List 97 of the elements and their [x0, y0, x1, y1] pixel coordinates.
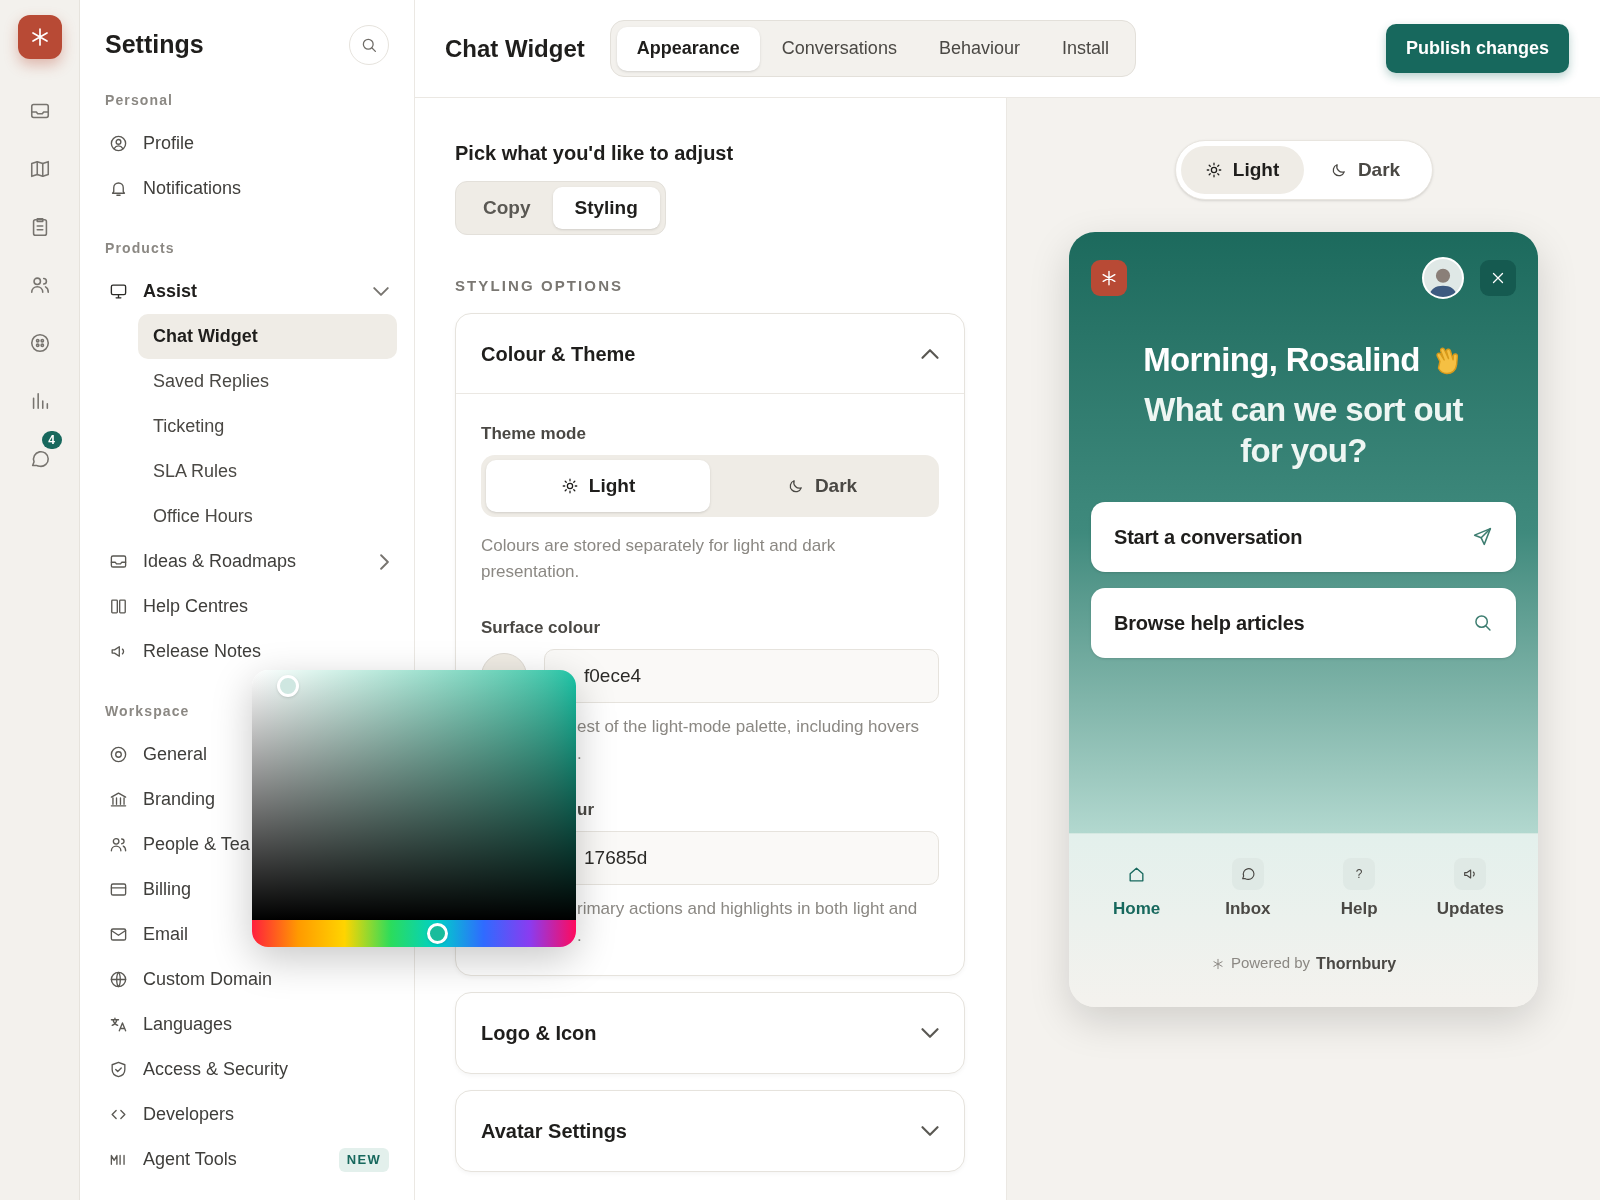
chevron-down-icon	[921, 1126, 939, 1136]
send-icon	[1472, 526, 1493, 547]
monitor-icon	[109, 282, 128, 301]
theme-option[interactable]: Dark	[710, 460, 934, 512]
map-icon	[28, 158, 51, 180]
question-text: What can we sort out for you?	[1143, 389, 1464, 471]
field-label: Surface colour	[481, 617, 602, 637]
chevron-up-icon	[921, 348, 939, 359]
hue-slider[interactable]	[252, 920, 576, 947]
sidebar-subitem[interactable]: SLA Rules	[138, 449, 397, 494]
bell-icon	[109, 179, 128, 198]
hint-text: Colours are stored separately for light and dark presentation.	[481, 535, 837, 583]
widget-nav-tab[interactable]: ? Help	[1303, 858, 1415, 922]
people-icon	[28, 274, 51, 296]
chat-bubble-icon	[1239, 866, 1256, 882]
chevron-down-icon	[921, 1028, 939, 1038]
mode-tab[interactable]: Styling	[552, 187, 660, 229]
sidebar-title: Settings	[105, 29, 204, 61]
close-button[interactable]	[1480, 260, 1516, 296]
book-icon	[109, 597, 128, 616]
powered-by-text: Powered by	[1230, 953, 1311, 974]
sidebar-item[interactable]: Notifications	[105, 166, 397, 211]
asterisk-icon	[1210, 956, 1225, 971]
sidebar-item[interactable]: Custom Domain	[105, 957, 397, 1002]
user-circle-icon	[109, 134, 128, 153]
widget-action-button[interactable]: Start a conversation	[1091, 501, 1516, 572]
theme-option[interactable]: Light	[486, 460, 710, 512]
page-title: Chat Widget	[445, 33, 585, 64]
search-icon	[360, 36, 378, 54]
panel-header[interactable]: Avatar Settings	[456, 1091, 964, 1171]
colour-input[interactable]: f0ece4	[544, 649, 939, 703]
publish-button[interactable]: Publish changes	[1385, 24, 1569, 73]
brand-name: Thornbury	[1316, 953, 1397, 974]
home-icon	[1127, 864, 1147, 884]
prompt-text: Pick what you'd like to adjust	[455, 141, 735, 166]
hint-text: est of the light-mode palette, including hovers	[576, 716, 921, 738]
sidebar-item[interactable]: Agent Tools NEW	[105, 1137, 397, 1182]
widget-nav-tab[interactable]: Home	[1081, 858, 1193, 922]
sidebar-item[interactable]: Access & Security	[105, 1047, 397, 1092]
notification-badge: 4	[41, 431, 62, 449]
sidebar-item[interactable]: Languages	[105, 1002, 397, 1047]
greeting-text: Morning, Rosalind	[1143, 340, 1420, 380]
widget-nav-tab[interactable]: Updates	[1414, 858, 1526, 922]
panel-header[interactable]: Colour & Theme	[456, 314, 964, 394]
sidebar-item[interactable]: Ideas & Roadmaps	[105, 539, 397, 584]
credit-card-icon	[109, 880, 128, 899]
mail-icon	[109, 925, 128, 944]
sidebar-item[interactable]: People & Tea	[105, 822, 397, 867]
shield-check-icon	[109, 1060, 128, 1079]
sidebar-item[interactable]: Billing	[105, 867, 397, 912]
translate-icon	[109, 1015, 128, 1034]
tab[interactable]: Conversations	[761, 26, 917, 71]
section-heading: Workspace	[105, 701, 191, 721]
appearance-option[interactable]: Light	[1180, 146, 1304, 194]
bank-icon	[109, 790, 128, 809]
target-icon	[109, 745, 128, 764]
search-icon	[1472, 612, 1493, 633]
inbox-icon	[109, 552, 128, 571]
sun-icon	[1204, 161, 1223, 179]
widget-nav-tab[interactable]: Inbox	[1192, 858, 1304, 922]
question-mark-icon: ?	[1355, 865, 1363, 883]
chevron-right-icon	[380, 553, 389, 570]
sidebar-subitem[interactable]: Office Hours	[138, 494, 397, 539]
section-heading: Products	[105, 238, 176, 258]
chevron-down-icon	[373, 287, 389, 296]
sidebar-item[interactable]: Release Notes	[105, 629, 397, 674]
sidebar-item[interactable]: Email	[105, 912, 397, 957]
mode-tab[interactable]: Copy	[461, 187, 553, 229]
picker-handle[interactable]	[277, 675, 299, 697]
tab[interactable]: Behaviour	[918, 26, 1040, 71]
sidebar-item[interactable]: Branding	[105, 777, 397, 822]
sidebar-subitem[interactable]: Ticketing	[138, 404, 397, 449]
sun-icon	[560, 477, 579, 495]
sidebar-item[interactable]: General	[105, 732, 397, 777]
sidebar-item[interactable]: Assist	[105, 269, 397, 314]
panel-header[interactable]: Logo & Icon	[456, 993, 964, 1073]
sidebar-item[interactable]: Help Centres	[105, 584, 397, 629]
tab[interactable]: Install	[1041, 26, 1129, 71]
globe-icon	[109, 970, 128, 989]
hue-thumb[interactable]	[426, 923, 448, 944]
hint-text: .	[576, 925, 583, 947]
field-label: Theme mode	[481, 423, 587, 443]
new-badge: NEW	[338, 1147, 389, 1172]
tab[interactable]: Appearance	[616, 26, 760, 71]
sidebar-subitem[interactable]: Chat Widget	[138, 314, 397, 359]
hint-text: .	[576, 743, 583, 765]
sidebar-subitem[interactable]: Saved Replies	[138, 359, 397, 404]
sidebar-item[interactable]: Profile	[105, 121, 397, 166]
app-logo[interactable]	[17, 15, 62, 59]
section-heading: Personal	[105, 90, 175, 110]
people-icon	[109, 835, 128, 854]
hint-text: rimary actions and highlights in both light and	[576, 898, 919, 920]
field-label: ur	[576, 799, 595, 819]
widget-action-button[interactable]: Browse help articles	[1091, 587, 1516, 658]
appearance-option[interactable]: Dark	[1303, 146, 1427, 194]
section-heading: STYLING OPTIONS	[455, 276, 625, 295]
sidebar-item[interactable]: Developers	[105, 1092, 397, 1137]
